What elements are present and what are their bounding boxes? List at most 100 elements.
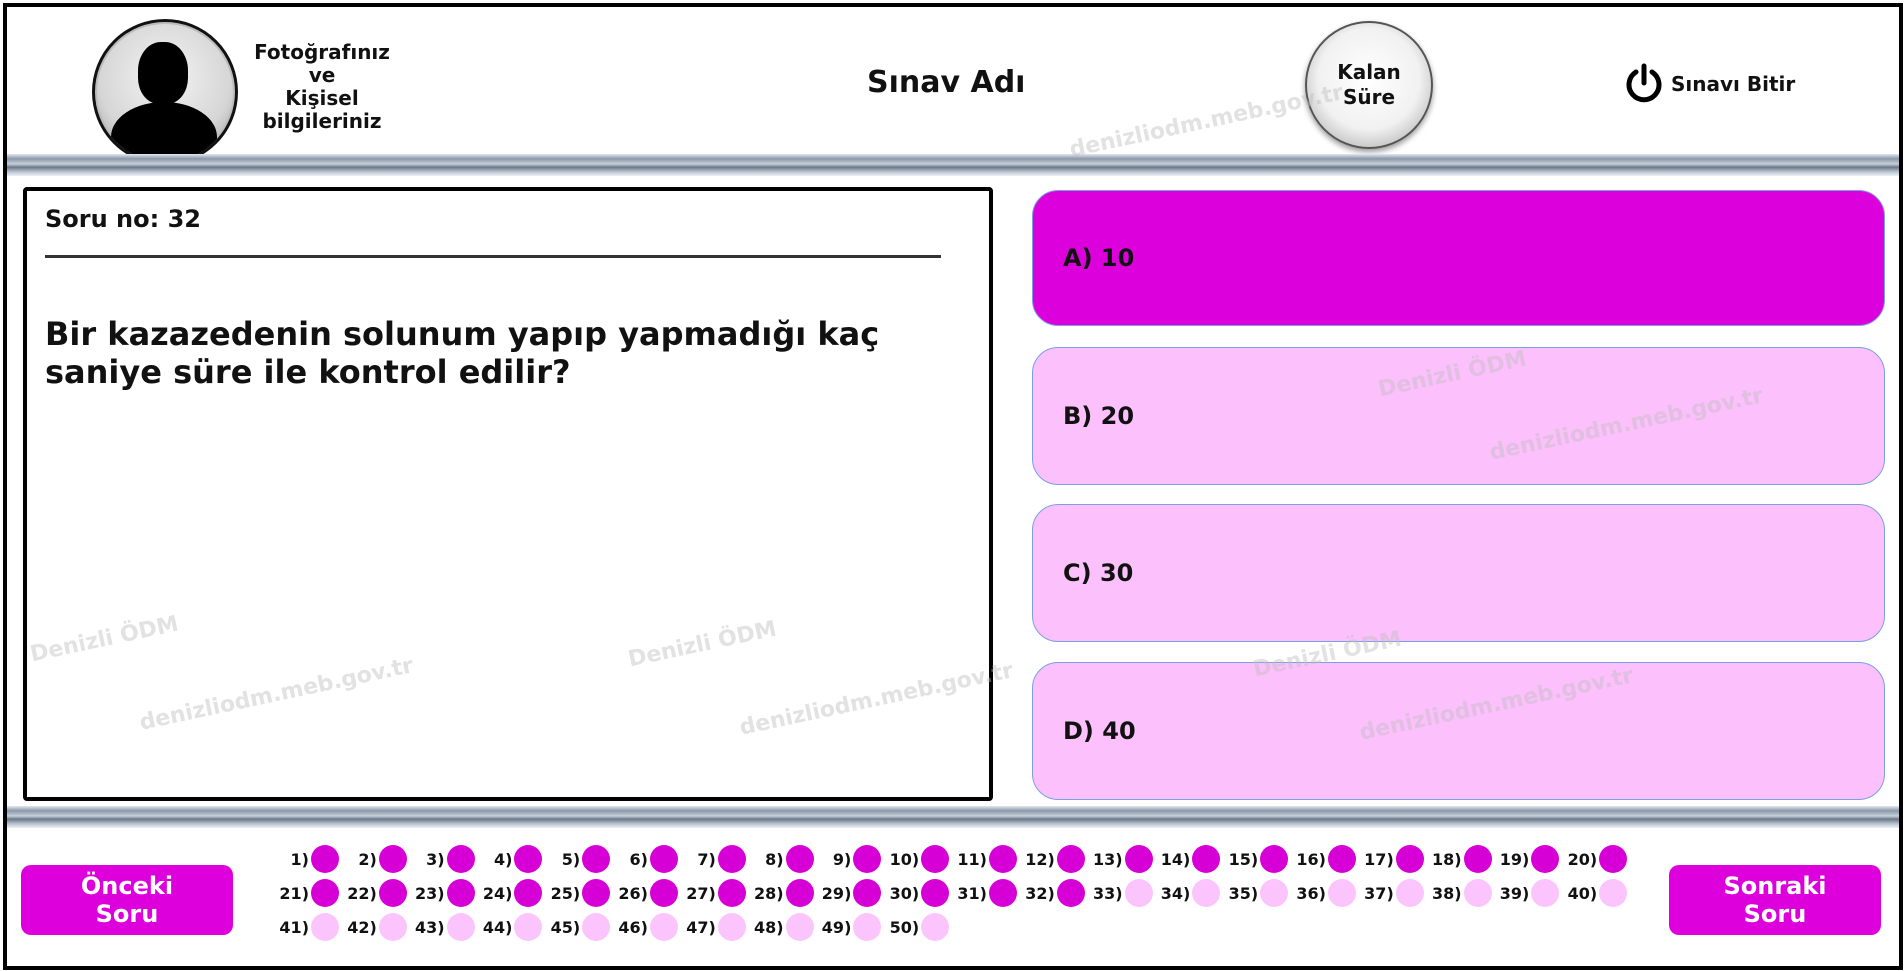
question-link[interactable]: 27) <box>682 876 750 910</box>
answered-status-dot <box>785 845 814 873</box>
option-b[interactable]: B) 20 <box>1032 347 1885 485</box>
question-link[interactable]: 38) <box>1428 876 1496 910</box>
finish-exam-button[interactable]: Sınavı Bitir <box>1625 63 1795 105</box>
option-b-label: B) 20 <box>1063 402 1135 430</box>
answered-status-dot <box>1260 845 1289 873</box>
unanswered-status-dot <box>921 913 950 941</box>
question-link-number: 7) <box>697 849 716 869</box>
question-link-number: 13) <box>1092 849 1123 869</box>
question-link[interactable]: 48) <box>750 910 818 944</box>
question-link[interactable]: 20) <box>1563 842 1631 876</box>
question-link-number: 6) <box>629 849 648 869</box>
question-link[interactable]: 11) <box>953 842 1021 876</box>
question-link[interactable]: 21) <box>275 876 343 910</box>
answered-status-dot <box>988 879 1017 907</box>
question-link[interactable]: 6) <box>614 842 682 876</box>
question-link-number: 26) <box>618 883 648 903</box>
unanswered-status-dot <box>1124 879 1153 907</box>
question-link[interactable]: 30) <box>885 876 953 910</box>
question-link[interactable]: 43) <box>411 910 479 944</box>
answered-status-dot <box>921 845 950 873</box>
question-navigator-row: 21) 22) 23) 24) 25) 26) 27) 28) 29) 30) 31) 32) 33) 3… <box>275 876 1645 910</box>
unanswered-status-dot <box>514 913 543 941</box>
option-c[interactable]: C) 30 <box>1032 504 1885 642</box>
answered-status-dot <box>649 845 678 873</box>
question-link[interactable]: 49) <box>817 910 885 944</box>
question-link[interactable]: 28) <box>750 876 818 910</box>
unanswered-status-dot <box>1395 879 1424 907</box>
question-navigator: 1) 2) 3) 4) 5) 6) 7) 8) 9) 10) 11) 12) 13) 14) 15) 16) 1… <box>275 842 1645 944</box>
question-link[interactable]: 3) <box>411 842 479 876</box>
question-link[interactable]: 42) <box>343 910 411 944</box>
question-link[interactable]: 9) <box>817 842 885 876</box>
question-link[interactable]: 14) <box>1156 842 1224 876</box>
option-d[interactable]: D) 40 <box>1032 662 1885 800</box>
answered-status-dot <box>1599 845 1628 873</box>
question-link-number: 21) <box>279 883 309 903</box>
question-link[interactable]: 44) <box>478 910 546 944</box>
profile-photo <box>92 19 238 165</box>
question-link[interactable]: 4) <box>478 842 546 876</box>
question-link[interactable]: 19) <box>1495 842 1563 876</box>
answered-status-dot <box>649 879 678 907</box>
finish-exam-label: Sınavı Bitir <box>1671 72 1796 96</box>
question-link[interactable]: 50) <box>885 910 953 944</box>
question-link-number: 33) <box>1092 883 1123 903</box>
question-link[interactable]: 26) <box>614 876 682 910</box>
answered-status-dot <box>1124 845 1153 873</box>
question-link[interactable]: 24) <box>478 876 546 910</box>
question-link[interactable]: 32) <box>1021 876 1089 910</box>
question-link[interactable]: 31) <box>953 876 1021 910</box>
question-link-number: 11) <box>957 849 987 869</box>
option-a[interactable]: A) 10 <box>1032 190 1885 326</box>
question-link[interactable]: 8) <box>750 842 818 876</box>
question-link[interactable]: 12) <box>1021 842 1089 876</box>
question-link[interactable]: 36) <box>1292 876 1360 910</box>
profile-text-4: bilgileriniz <box>262 109 382 133</box>
question-link[interactable]: 41) <box>275 910 343 944</box>
question-link[interactable]: 47) <box>682 910 750 944</box>
header-divider <box>7 154 1899 176</box>
question-link[interactable]: 5) <box>546 842 614 876</box>
question-link[interactable]: 46) <box>614 910 682 944</box>
unanswered-status-dot <box>311 913 339 941</box>
question-link[interactable]: 29) <box>817 876 885 910</box>
question-link[interactable]: 17) <box>1360 842 1428 876</box>
question-link[interactable]: 10) <box>885 842 953 876</box>
question-link-number: 38) <box>1431 883 1462 903</box>
previous-line-1: Önceki <box>80 872 174 900</box>
answered-status-dot <box>988 845 1017 873</box>
question-link-number: 3) <box>426 849 445 869</box>
answered-status-dot <box>1531 845 1560 873</box>
power-icon <box>1626 63 1662 103</box>
option-d-label: D) 40 <box>1063 717 1136 745</box>
question-link[interactable]: 22) <box>343 876 411 910</box>
question-link[interactable]: 18) <box>1428 842 1496 876</box>
profile-text-1: Fotoğrafınız <box>254 40 390 64</box>
question-link[interactable]: 45) <box>546 910 614 944</box>
question-link[interactable]: 37) <box>1360 876 1428 910</box>
question-link[interactable]: 2) <box>343 842 411 876</box>
question-link-number: 18) <box>1431 849 1462 869</box>
question-link-number: 23) <box>415 883 445 903</box>
question-navigator-row: 41) 42) 43) 44) 45) 46) 47) 48) 49) 50) <box>275 910 1645 944</box>
question-link[interactable]: 16) <box>1292 842 1360 876</box>
next-line-1: Sonraki <box>1723 872 1827 900</box>
question-link[interactable]: 40) <box>1563 876 1631 910</box>
next-question-button[interactable]: Sonraki Soru <box>1669 865 1881 935</box>
question-link[interactable]: 23) <box>411 876 479 910</box>
question-link[interactable]: 39) <box>1495 876 1563 910</box>
previous-question-button[interactable]: Önceki Soru <box>21 865 233 935</box>
exam-title: Sınav Adı <box>867 65 1026 100</box>
question-link[interactable]: 34) <box>1156 876 1224 910</box>
question-link-number: 40) <box>1567 883 1598 903</box>
question-link[interactable]: 25) <box>546 876 614 910</box>
question-link[interactable]: 7) <box>682 842 750 876</box>
question-link[interactable]: 35) <box>1224 876 1292 910</box>
question-link[interactable]: 1) <box>275 842 343 876</box>
question-link-number: 10) <box>889 849 920 869</box>
question-link[interactable]: 13) <box>1089 842 1157 876</box>
question-link[interactable]: 15) <box>1224 842 1292 876</box>
timer-line-2: Süre <box>1342 85 1396 109</box>
question-link[interactable]: 33) <box>1089 876 1157 910</box>
